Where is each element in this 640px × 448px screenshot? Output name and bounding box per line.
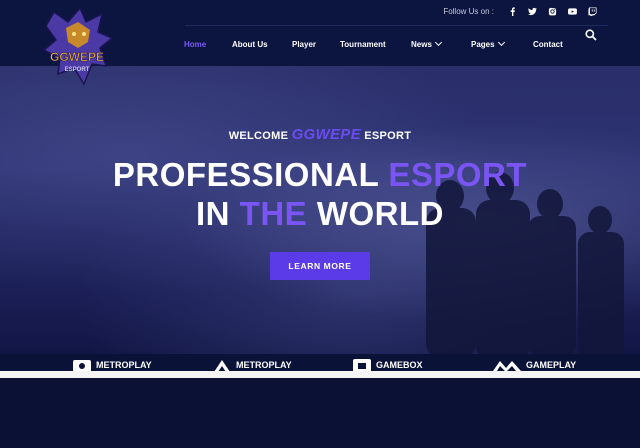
partners-strip: METROPLAY METROPLAY GAMEBOX GAMEPLAY [0,354,640,372]
nav-contact[interactable]: Contact [533,40,563,49]
header-divider [185,25,608,26]
chevron-down-icon [497,38,505,47]
hero-headline: PROFESSIONAL ESPORT IN THE WORLD [112,156,528,232]
social-bar: Follow Us on : [443,4,602,18]
metroplay-icon [214,360,230,372]
logo-text: GGWEPE [50,50,104,64]
follow-label: Follow Us on : [443,6,494,16]
youtube-icon[interactable] [562,4,582,18]
nav-news[interactable]: News [411,38,471,49]
nav-pages[interactable]: Pages [471,38,533,49]
nav-player[interactable]: Player [292,40,340,49]
hero-welcome: WELCOME GGWEPE ESPORT [228,126,412,143]
facebook-icon[interactable] [502,4,522,18]
partner-logo[interactable]: GAMEBOX [352,358,423,372]
section-separator [0,371,640,378]
logo-subtext: ESPORT [65,67,90,73]
hero-welcome-brand: GGWEPE [291,126,361,143]
partner-logo[interactable]: METROPLAY [212,358,292,372]
search-icon[interactable] [585,28,599,42]
next-section [0,378,640,448]
chevron-down-icon [434,38,442,47]
learn-more-button[interactable]: LEARN MORE [270,252,370,280]
gameplay-icon [493,361,521,372]
twitch-icon[interactable] [582,4,602,18]
metroplay-icon [73,360,91,372]
nav-home[interactable]: Home [184,40,232,49]
gamebox-icon [353,359,371,372]
instagram-icon[interactable] [542,4,562,18]
hero-section: WELCOME GGWEPE ESPORT PROFESSIONAL ESPOR… [0,66,640,354]
nav-about-us[interactable]: About Us [232,40,292,49]
site-logo[interactable]: GGWEPE ESPORT [34,4,120,94]
partner-logo[interactable]: METROPLAY [72,358,152,372]
partner-logo[interactable]: GAMEPLAY [492,358,576,372]
main-nav: Home About Us Player Tournament News Pag… [184,36,563,52]
twitter-icon[interactable] [522,4,542,18]
nav-tournament[interactable]: Tournament [340,40,411,49]
